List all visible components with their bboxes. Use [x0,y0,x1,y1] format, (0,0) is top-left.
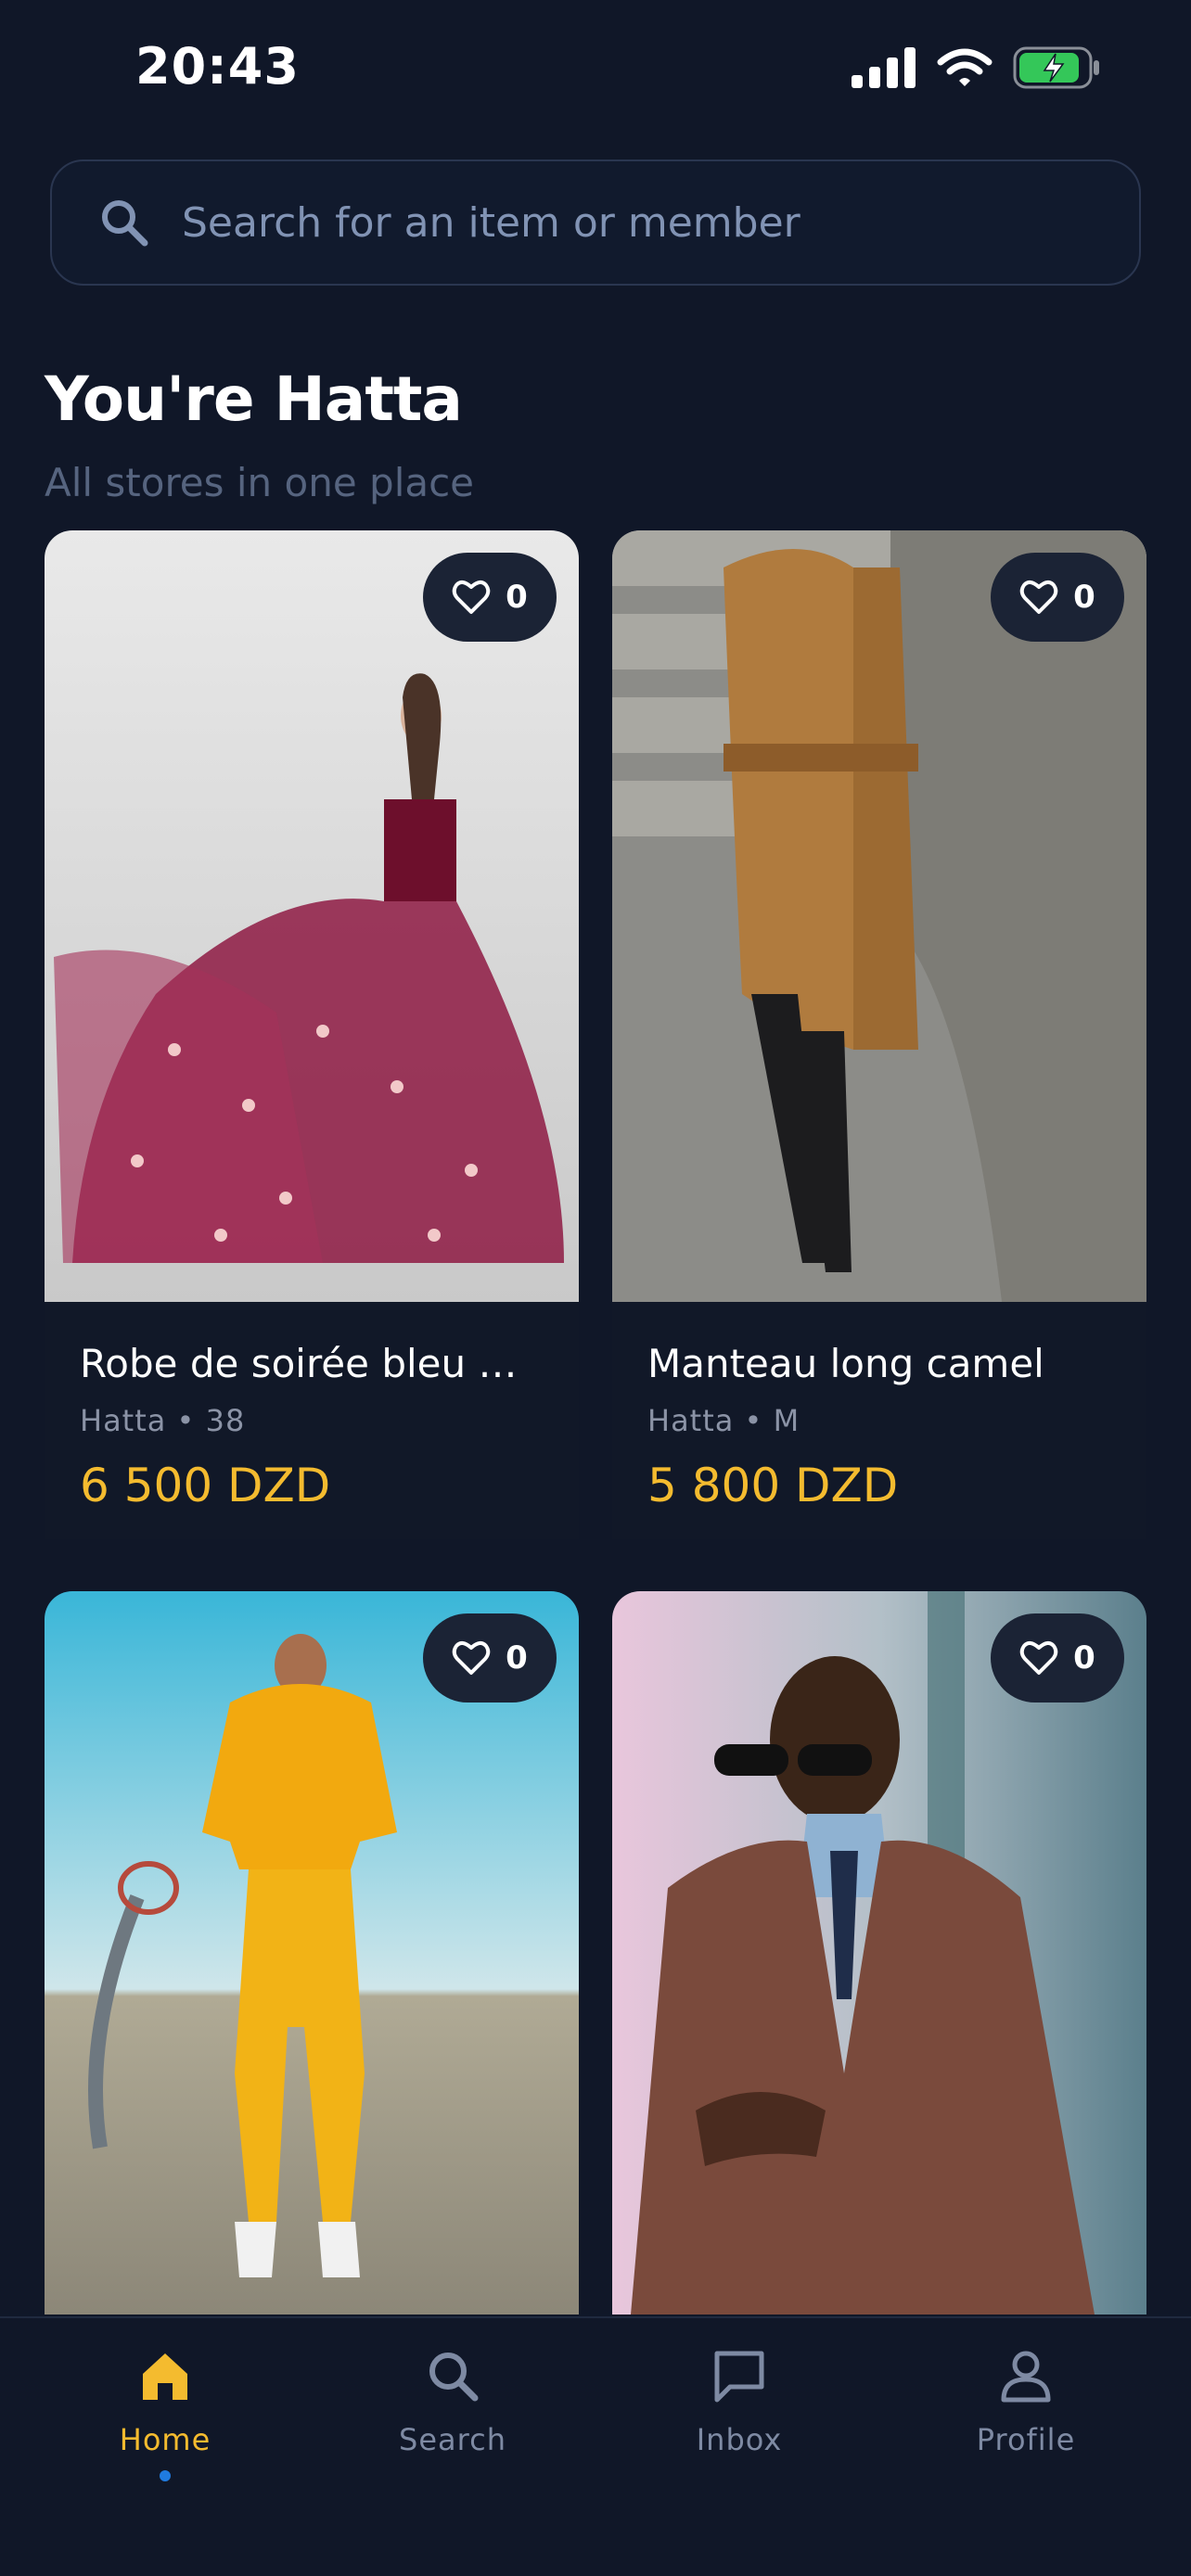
like-button[interactable]: 0 [991,1613,1124,1702]
profile-icon [1001,2351,1051,2403]
product-meta: Hatta • M [647,1403,800,1438]
page-title: You're Hatta [45,363,463,435]
like-button[interactable]: 0 [423,553,557,642]
nav-label-search: Search [399,2422,506,2457]
product-photo[interactable]: 0 [45,1591,579,2315]
home-icon [143,2353,187,2400]
like-count: 0 [506,579,528,616]
product-photo[interactable]: 0 [45,530,579,1302]
nav-label-inbox: Inbox [696,2422,783,2457]
evening-dress-photo [45,530,579,1302]
product-price: 6 500 DZD [80,1459,331,1512]
like-count: 0 [1073,1639,1095,1677]
bottom-navigation: Home Search Inbox Profile [0,2316,1191,2576]
product-info[interactable]: Robe de soirée bleu m... Hatta • 38 6 50… [45,1302,579,1539]
page-subtitle: All stores in one place [45,460,475,505]
search-icon [429,2353,479,2402]
heart-icon [1019,580,1058,614]
search-input[interactable] [182,185,1139,260]
status-time: 20:43 [135,37,300,96]
active-indicator-dot [160,2470,171,2481]
search-bar[interactable] [50,159,1141,286]
product-card[interactable]: 0 Manteau long camel Hatta • M 5 800 DZD [612,530,1146,1539]
search-icon [102,200,148,247]
product-photo[interactable]: 0 [612,1591,1146,2315]
product-info[interactable]: Manteau long camel Hatta • M 5 800 DZD [612,1302,1146,1539]
chat-icon [714,2351,764,2403]
nav-item-home[interactable]: Home [72,2346,258,2481]
heart-icon [452,580,491,614]
product-price: 5 800 DZD [647,1459,899,1512]
nav-item-profile[interactable]: Profile [933,2346,1119,2457]
nav-item-inbox[interactable]: Inbox [647,2346,832,2457]
product-card[interactable]: 0 [612,1591,1146,2315]
like-button[interactable]: 0 [423,1613,557,1702]
product-card[interactable]: 0 Robe de soirée bleu m... Hatta • 38 6 … [45,530,579,1539]
battery-charging-icon [1013,46,1099,89]
status-icons [852,46,1102,89]
nav-item-search[interactable]: Search [360,2346,545,2457]
wifi-icon [937,48,992,86]
nav-label-home: Home [119,2422,211,2457]
product-card[interactable]: 0 [45,1591,579,2315]
product-title: Robe de soirée bleu m... [80,1341,544,1386]
product-photo[interactable]: 0 [612,530,1146,1302]
heart-icon [452,1641,491,1675]
heart-icon [1019,1641,1058,1675]
like-count: 0 [506,1639,528,1677]
camel-coat-photo [612,530,1146,1302]
like-button[interactable]: 0 [991,553,1124,642]
product-meta: Hatta • 38 [80,1403,246,1438]
cellular-signal-icon [852,47,916,88]
like-count: 0 [1073,579,1095,616]
nav-label-profile: Profile [976,2422,1076,2457]
status-bar: 20:43 [0,0,1191,139]
product-title: Manteau long camel [647,1341,1044,1386]
